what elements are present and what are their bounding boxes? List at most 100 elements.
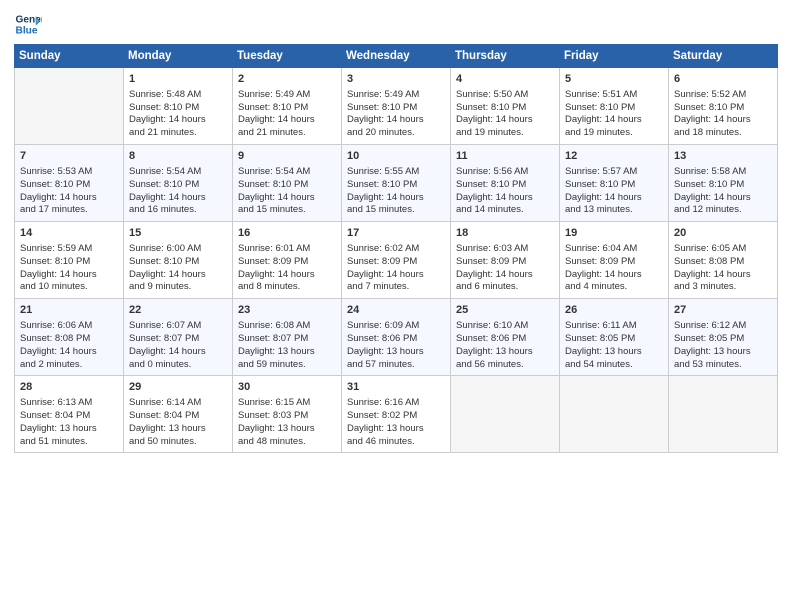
calendar-week-row: 7 Sunrise: 5:53 AMSunset: 8:10 PMDaylight…	[15, 145, 778, 222]
day-number: 30	[238, 380, 336, 395]
day-info: Sunrise: 6:15 AMSunset: 8:03 PMDaylight:…	[238, 397, 336, 448]
day-of-week-header: Tuesday	[233, 45, 342, 68]
calendar-day-cell: 26Sunrise: 6:11 AMSunset: 8:05 PMDayligh…	[560, 299, 669, 376]
calendar-day-cell: 28 Sunrise: 6:13 AMSunset: 8:04 PMDayligh…	[15, 376, 124, 453]
day-number: 31	[347, 380, 445, 395]
day-info: Sunrise: 6:07 AMSunset: 8:07 PMDaylight:…	[129, 320, 227, 371]
calendar-day-cell: 10 Sunrise: 5:55 AMSunset: 8:10 PMDayligh…	[342, 145, 451, 222]
day-info: Sunrise: 6:05 AMSunset: 8:08 PMDaylight:…	[674, 243, 772, 294]
day-number: 10	[347, 149, 445, 164]
day-number: 4	[456, 72, 554, 87]
day-info: Sunrise: 5:57 AMSunset: 8:10 PMDaylight:…	[565, 166, 663, 217]
calendar-day-cell: 8 Sunrise: 5:54 AMSunset: 8:10 PMDaylight…	[124, 145, 233, 222]
calendar-day-cell: 31 Sunrise: 6:16 AMSunset: 8:02 PMDayligh…	[342, 376, 451, 453]
day-info: Sunrise: 6:08 AMSunset: 8:07 PMDaylight:…	[238, 320, 336, 371]
day-info: Sunrise: 5:56 AMSunset: 8:10 PMDaylight:…	[456, 166, 554, 217]
day-of-week-header: Monday	[124, 45, 233, 68]
calendar-day-cell: 3 Sunrise: 5:49 AMSunset: 8:10 PMDaylight…	[342, 68, 451, 145]
day-of-week-header: Wednesday	[342, 45, 451, 68]
day-info: Sunrise: 6:12 AMSunset: 8:05 PMDaylight:…	[674, 320, 772, 371]
day-info: Sunrise: 5:54 AMSunset: 8:10 PMDaylight:…	[238, 166, 336, 217]
day-number: 25	[456, 303, 554, 318]
calendar-day-cell: 19Sunrise: 6:04 AMSunset: 8:09 PMDayligh…	[560, 222, 669, 299]
day-number: 11	[456, 149, 554, 164]
day-number: 7	[20, 149, 118, 164]
calendar-day-cell: 9 Sunrise: 5:54 AMSunset: 8:10 PMDaylight…	[233, 145, 342, 222]
calendar-day-cell	[15, 68, 124, 145]
day-number: 12	[565, 149, 663, 164]
day-info: Sunrise: 6:13 AMSunset: 8:04 PMDaylight:…	[20, 397, 118, 448]
page-container: General Blue SundayMondayTuesdayWednesda…	[0, 0, 792, 461]
day-number: 27	[674, 303, 772, 318]
calendar-day-cell: 16 Sunrise: 6:01 AMSunset: 8:09 PMDayligh…	[233, 222, 342, 299]
calendar-day-cell: 14 Sunrise: 5:59 AMSunset: 8:10 PMDayligh…	[15, 222, 124, 299]
day-info: Sunrise: 5:49 AMSunset: 8:10 PMDaylight:…	[238, 89, 336, 140]
day-info: Sunrise: 6:02 AMSunset: 8:09 PMDaylight:…	[347, 243, 445, 294]
day-info: Sunrise: 6:04 AMSunset: 8:09 PMDaylight:…	[565, 243, 663, 294]
calendar-day-cell: 22Sunrise: 6:07 AMSunset: 8:07 PMDayligh…	[124, 299, 233, 376]
day-info: Sunrise: 5:53 AMSunset: 8:10 PMDaylight:…	[20, 166, 118, 217]
calendar-day-cell: 2 Sunrise: 5:49 AMSunset: 8:10 PMDaylight…	[233, 68, 342, 145]
calendar-day-cell: 17Sunrise: 6:02 AMSunset: 8:09 PMDayligh…	[342, 222, 451, 299]
day-number: 23	[238, 303, 336, 318]
day-info: Sunrise: 5:54 AMSunset: 8:10 PMDaylight:…	[129, 166, 227, 217]
day-info: Sunrise: 5:59 AMSunset: 8:10 PMDaylight:…	[20, 243, 118, 294]
day-info: Sunrise: 5:58 AMSunset: 8:10 PMDaylight:…	[674, 166, 772, 217]
calendar-day-cell: 21Sunrise: 6:06 AMSunset: 8:08 PMDayligh…	[15, 299, 124, 376]
day-number: 20	[674, 226, 772, 241]
calendar-day-cell: 7 Sunrise: 5:53 AMSunset: 8:10 PMDaylight…	[15, 145, 124, 222]
day-of-week-header: Friday	[560, 45, 669, 68]
day-of-week-header: Saturday	[669, 45, 778, 68]
day-info: Sunrise: 5:50 AMSunset: 8:10 PMDaylight:…	[456, 89, 554, 140]
day-number: 16	[238, 226, 336, 241]
calendar-week-row: 21Sunrise: 6:06 AMSunset: 8:08 PMDayligh…	[15, 299, 778, 376]
day-info: Sunrise: 6:16 AMSunset: 8:02 PMDaylight:…	[347, 397, 445, 448]
day-of-week-header: Thursday	[451, 45, 560, 68]
day-number: 29	[129, 380, 227, 395]
day-info: Sunrise: 6:10 AMSunset: 8:06 PMDaylight:…	[456, 320, 554, 371]
day-info: Sunrise: 6:09 AMSunset: 8:06 PMDaylight:…	[347, 320, 445, 371]
calendar-day-cell: 5Sunrise: 5:51 AMSunset: 8:10 PMDaylight…	[560, 68, 669, 145]
calendar-table: SundayMondayTuesdayWednesdayThursdayFrid…	[14, 44, 778, 453]
calendar-day-cell: 6Sunrise: 5:52 AMSunset: 8:10 PMDaylight…	[669, 68, 778, 145]
day-info: Sunrise: 6:00 AMSunset: 8:10 PMDaylight:…	[129, 243, 227, 294]
header: General Blue	[14, 10, 778, 38]
calendar-day-cell	[669, 376, 778, 453]
svg-text:Blue: Blue	[16, 25, 38, 36]
day-info: Sunrise: 6:14 AMSunset: 8:04 PMDaylight:…	[129, 397, 227, 448]
calendar-day-cell: 30 Sunrise: 6:15 AMSunset: 8:03 PMDayligh…	[233, 376, 342, 453]
calendar-day-cell: 25 Sunrise: 6:10 AMSunset: 8:06 PMDayligh…	[451, 299, 560, 376]
day-number: 13	[674, 149, 772, 164]
calendar-day-cell: 20 Sunrise: 6:05 AMSunset: 8:08 PMDayligh…	[669, 222, 778, 299]
logo: General Blue	[14, 10, 42, 38]
calendar-day-cell: 18Sunrise: 6:03 AMSunset: 8:09 PMDayligh…	[451, 222, 560, 299]
day-info: Sunrise: 5:55 AMSunset: 8:10 PMDaylight:…	[347, 166, 445, 217]
day-number: 2	[238, 72, 336, 87]
calendar-day-cell: 29 Sunrise: 6:14 AMSunset: 8:04 PMDayligh…	[124, 376, 233, 453]
calendar-header-row: SundayMondayTuesdayWednesdayThursdayFrid…	[15, 45, 778, 68]
day-info: Sunrise: 6:06 AMSunset: 8:08 PMDaylight:…	[20, 320, 118, 371]
day-number: 8	[129, 149, 227, 164]
calendar-week-row: 14 Sunrise: 5:59 AMSunset: 8:10 PMDayligh…	[15, 222, 778, 299]
calendar-day-cell: 23 Sunrise: 6:08 AMSunset: 8:07 PMDayligh…	[233, 299, 342, 376]
day-number: 15	[129, 226, 227, 241]
day-number: 3	[347, 72, 445, 87]
day-number: 6	[674, 72, 772, 87]
calendar-day-cell: 15 Sunrise: 6:00 AMSunset: 8:10 PMDayligh…	[124, 222, 233, 299]
calendar-day-cell	[451, 376, 560, 453]
day-number: 18	[456, 226, 554, 241]
day-info: Sunrise: 6:01 AMSunset: 8:09 PMDaylight:…	[238, 243, 336, 294]
calendar-day-cell: 4 Sunrise: 5:50 AMSunset: 8:10 PMDaylight…	[451, 68, 560, 145]
day-number: 28	[20, 380, 118, 395]
calendar-week-row: 1 Sunrise: 5:48 AMSunset: 8:10 PMDaylight…	[15, 68, 778, 145]
day-number: 24	[347, 303, 445, 318]
day-number: 9	[238, 149, 336, 164]
day-number: 1	[129, 72, 227, 87]
day-info: Sunrise: 5:48 AMSunset: 8:10 PMDaylight:…	[129, 89, 227, 140]
calendar-week-row: 28 Sunrise: 6:13 AMSunset: 8:04 PMDayligh…	[15, 376, 778, 453]
day-info: Sunrise: 5:49 AMSunset: 8:10 PMDaylight:…	[347, 89, 445, 140]
day-info: Sunrise: 5:51 AMSunset: 8:10 PMDaylight:…	[565, 89, 663, 140]
logo-icon: General Blue	[14, 10, 42, 38]
calendar-body: 1 Sunrise: 5:48 AMSunset: 8:10 PMDaylight…	[15, 68, 778, 453]
day-number: 14	[20, 226, 118, 241]
